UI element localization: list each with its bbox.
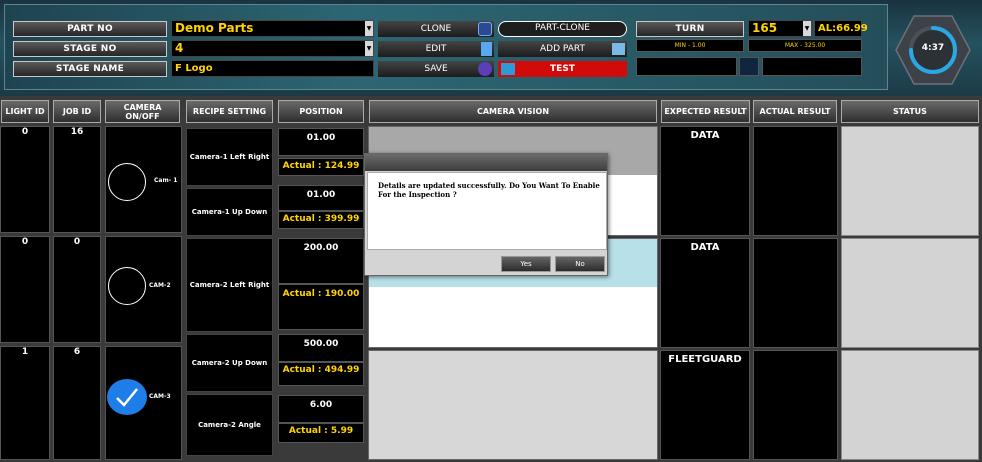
position-actual: Actual : 124.99	[278, 158, 364, 176]
al-value: AL:66.99	[818, 23, 868, 34]
job-id-cell: 0	[53, 236, 101, 343]
camera-toggle-cell: CAM-3	[105, 346, 182, 460]
max-label: MAX - 325.00	[748, 39, 862, 52]
recipe-item[interactable]: Camera-2 Left Right	[186, 238, 273, 332]
header-panel: PART NO STAGE NO STAGE NAME Demo Parts ▼…	[0, 0, 982, 96]
camera-vision-panel-3	[368, 350, 658, 460]
camera-enabled-check-icon[interactable]	[107, 379, 147, 415]
clone-label: CLONE	[420, 24, 452, 34]
recipe-item[interactable]: Camera-2 Up Down	[186, 334, 273, 392]
clone-button[interactable]: CLONE	[378, 21, 494, 37]
status-cell	[841, 350, 979, 460]
confirmation-dialog: Details are updated successfully. Do You…	[364, 153, 608, 276]
camera-label: CAM-3	[149, 393, 171, 400]
turn-value-select[interactable]: 165 ▼	[748, 20, 812, 37]
position-value[interactable]: 01.00	[278, 185, 364, 211]
camera-toggle-cell: Cam- 1	[105, 126, 182, 233]
actual-result-cell	[753, 238, 838, 348]
camera-label: Cam- 1	[154, 177, 178, 184]
part-no-select[interactable]: Demo Parts ▼	[171, 20, 374, 37]
dialog-title-bar[interactable]	[365, 154, 607, 171]
turn-status-box	[636, 57, 737, 76]
col-expected-result: EXPECTED RESULT	[661, 100, 750, 123]
light-id-cell: 1	[0, 346, 50, 460]
no-button[interactable]: No	[555, 256, 605, 272]
expected-result-cell: DATA	[660, 126, 750, 236]
actual-result-cell	[753, 350, 838, 460]
dialog-message: Details are updated successfully. Do You…	[378, 181, 600, 199]
part-clone-button[interactable]: PART-CLONE	[498, 21, 627, 37]
col-camera-on-off: CAMERA ON/OFF	[105, 100, 180, 123]
position-value[interactable]: 500.00	[278, 334, 364, 362]
turn-message-box	[762, 57, 862, 76]
position-actual: Actual : 5.99	[278, 423, 364, 443]
col-position: POSITION	[278, 100, 364, 123]
connection-icon[interactable]	[739, 57, 759, 76]
turn-value: 165	[752, 21, 778, 35]
yes-button[interactable]: Yes	[501, 256, 551, 272]
col-job-id: JOB ID	[53, 100, 101, 123]
clone-icon	[478, 22, 492, 36]
light-id-cell: 0	[0, 236, 50, 343]
dialog-body: Details are updated successfully. Do You…	[367, 172, 607, 250]
status-cell	[841, 238, 979, 348]
turn-button[interactable]: TURN	[636, 21, 744, 37]
test-button[interactable]: TEST	[498, 61, 627, 77]
stage-name-label: STAGE NAME	[13, 61, 167, 77]
save-label: SAVE	[424, 64, 448, 74]
recipe-item[interactable]: Camera-2 Angle	[186, 394, 273, 456]
edit-document-icon	[481, 42, 492, 56]
stage-no-select[interactable]: 4 ▼	[171, 40, 374, 57]
chevron-down-icon[interactable]: ▼	[365, 41, 373, 56]
camera-toggle-circle[interactable]	[108, 267, 146, 305]
part-no-label: PART NO	[13, 21, 167, 37]
position-actual: Actual : 399.99	[278, 211, 364, 229]
test-label: TEST	[550, 64, 575, 74]
light-id-cell: 0	[0, 126, 50, 233]
col-camera-vision: CAMERA VISION	[369, 100, 657, 123]
timer-text: 4:37	[921, 43, 945, 53]
job-id-cell: 6	[53, 346, 101, 460]
status-cell	[841, 126, 979, 236]
recipe-item[interactable]: Camera-1 Up Down	[186, 188, 273, 236]
expected-result-cell: FLEETGUARD	[660, 350, 750, 460]
col-light-id: LIGHT ID	[1, 100, 49, 123]
position-value[interactable]: 01.00	[278, 128, 364, 156]
inspection-app: PART NO STAGE NO STAGE NAME Demo Parts ▼…	[0, 0, 982, 462]
chevron-down-icon[interactable]: ▼	[803, 21, 811, 36]
save-button[interactable]: SAVE	[378, 61, 494, 77]
expected-result-cell: DATA	[660, 238, 750, 348]
test-tool-icon	[501, 63, 515, 75]
edit-button[interactable]: EDIT	[378, 41, 494, 57]
al-value-field: AL:66.99	[814, 20, 868, 37]
camera-label: CAM-2	[149, 282, 171, 289]
position-value[interactable]: 200.00	[278, 238, 364, 284]
part-no-value: Demo Parts	[175, 21, 254, 35]
timer-widget: 4:37	[894, 14, 972, 86]
col-actual-result: ACTUAL RESULT	[753, 100, 837, 123]
add-part-label: ADD PART	[540, 44, 585, 54]
stage-no-value: 4	[175, 41, 184, 55]
camera-toggle-circle[interactable]	[108, 163, 146, 201]
camera-toggle-cell: CAM-2	[105, 236, 182, 343]
save-icon	[478, 62, 492, 76]
stage-name-value: F Logo	[175, 63, 213, 74]
col-status: STATUS	[841, 100, 979, 123]
min-label: MIN - 1.00	[636, 39, 744, 52]
position-actual: Actual : 494.99	[278, 362, 364, 386]
position-actual: Actual : 190.00	[278, 284, 364, 330]
stage-name-field[interactable]: F Logo	[171, 60, 374, 77]
chevron-down-icon[interactable]: ▼	[365, 21, 373, 36]
position-value[interactable]: 6.00	[278, 395, 364, 423]
stage-no-label: STAGE NO	[13, 41, 167, 57]
recipe-item[interactable]: Camera-1 Left Right	[186, 128, 273, 186]
col-recipe-setting: RECIPE SETTING	[186, 100, 273, 123]
edit-label: EDIT	[425, 44, 447, 54]
add-part-button[interactable]: ADD PART	[498, 41, 627, 57]
actual-result-cell	[753, 126, 838, 236]
add-part-icon	[612, 43, 625, 55]
job-id-cell: 16	[53, 126, 101, 233]
